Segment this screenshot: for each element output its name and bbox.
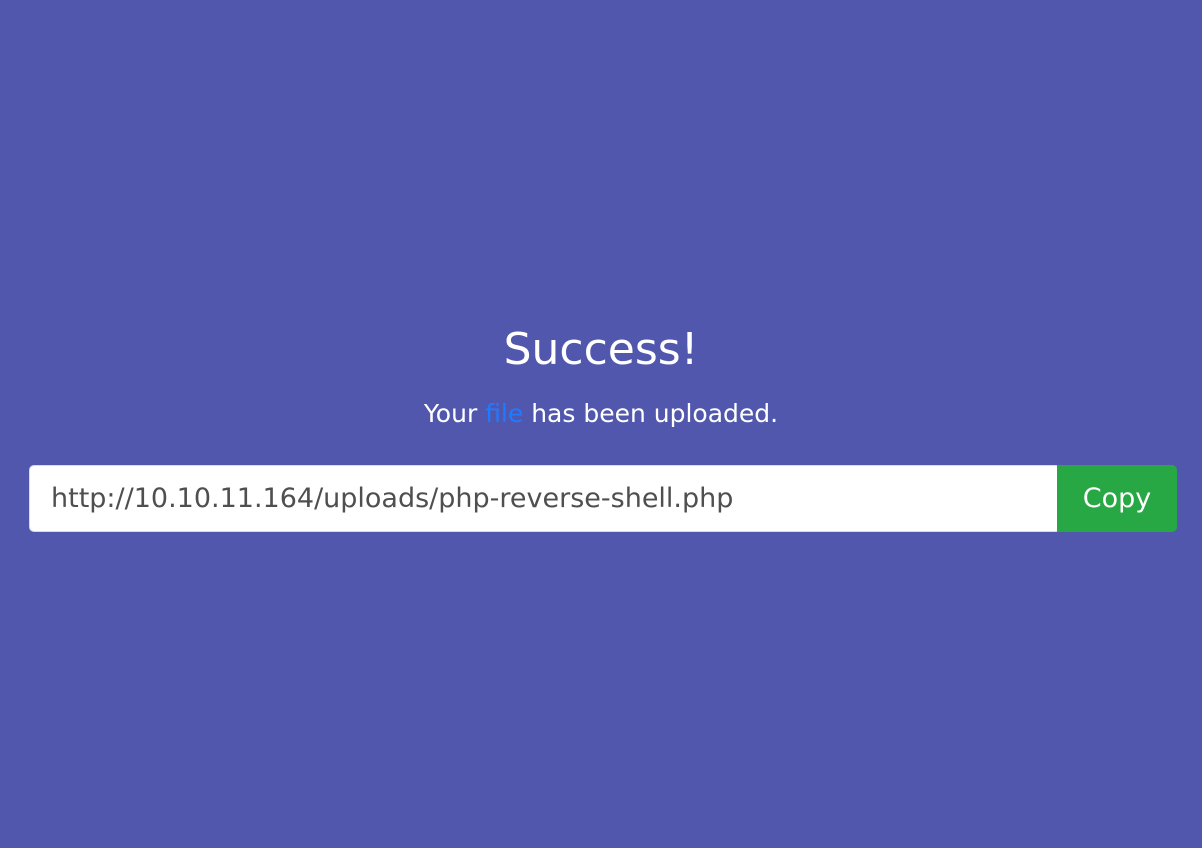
upload-message: Your file has been uploaded. (0, 396, 1202, 432)
message-suffix: has been uploaded. (523, 399, 779, 428)
success-page: Success! Your file has been uploaded. Co… (0, 0, 1202, 848)
uploaded-url-group: Copy (29, 465, 1177, 532)
message-prefix: Your (423, 399, 486, 428)
uploaded-url-input[interactable] (29, 465, 1057, 532)
success-title: Success! (503, 324, 699, 375)
copy-button[interactable]: Copy (1057, 465, 1177, 532)
uploaded-file-link[interactable]: file (485, 399, 523, 428)
